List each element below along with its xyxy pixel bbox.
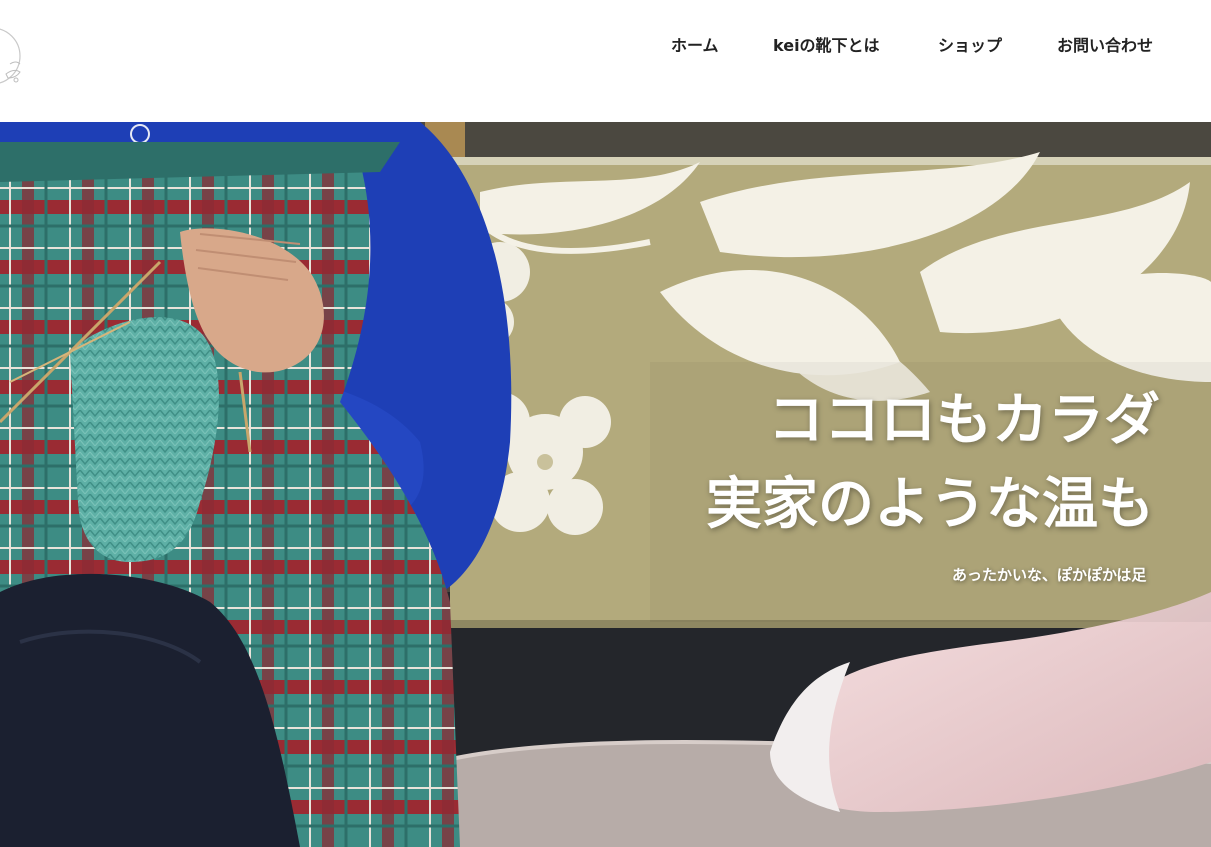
nav-item-contact[interactable]: お問い合わせ [1057,33,1153,59]
hero-section: ココロもカラダ 実家のような温も あったかいな、ぽかぽかは足 [0,122,1211,847]
hero-title-line-2: 実家のような温も [706,472,1154,537]
main-nav: ホーム keiの靴下とは ショップ お問い合わせ [0,33,1211,59]
hero-subtitle: あったかいな、ぽかぽかは足 [952,566,1147,584]
hero-title-line-1: ココロもカラダ [768,388,1160,453]
nav-item-about-socks[interactable]: keiの靴下とは [773,33,880,59]
nav-item-home[interactable]: ホーム [671,33,719,59]
nav-item-shop[interactable]: ショップ [938,33,1002,59]
site-header: ホーム keiの靴下とは ショップ お問い合わせ [0,0,1211,122]
